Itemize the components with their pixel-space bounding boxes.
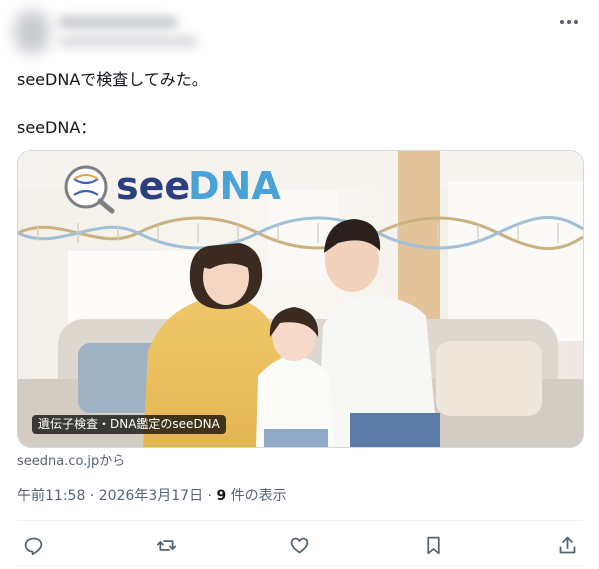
card-source-link[interactable]: seedna.co.jpから bbox=[17, 450, 125, 469]
divider bbox=[17, 565, 582, 566]
svg-text:see: see bbox=[116, 164, 190, 208]
more-options-button[interactable] bbox=[557, 12, 581, 32]
repost-button[interactable] bbox=[154, 533, 178, 557]
card-title: 遺伝子検査・DNA鑑定のseeDNA bbox=[32, 415, 226, 434]
like-button[interactable] bbox=[287, 533, 311, 557]
post-text: seeDNAで検査してみた。 seeDNA： bbox=[17, 68, 208, 140]
reply-button[interactable] bbox=[21, 533, 45, 557]
post-date[interactable]: 2026年3月17日 bbox=[99, 488, 203, 504]
post-meta: 午前11:58 · 2026年3月17日 · 9 件の表示 bbox=[17, 485, 287, 505]
more-dot-icon bbox=[567, 20, 571, 24]
like-icon bbox=[290, 537, 308, 553]
post-text-line: seeDNAで検査してみた。 bbox=[17, 70, 208, 89]
avatar[interactable] bbox=[14, 10, 50, 54]
author-handle-blurred bbox=[58, 36, 198, 47]
card-image: see DNA bbox=[18, 151, 583, 447]
action-bar bbox=[0, 531, 599, 559]
share-icon bbox=[559, 536, 575, 553]
bookmark-icon bbox=[426, 536, 440, 554]
post-time[interactable]: 午前11:58 bbox=[17, 488, 85, 504]
meta-separator: · bbox=[207, 488, 212, 504]
share-button[interactable] bbox=[555, 533, 579, 557]
post-text-line: seeDNA： bbox=[17, 118, 97, 137]
divider bbox=[17, 520, 582, 521]
more-dot-icon bbox=[560, 20, 564, 24]
more-dot-icon bbox=[574, 20, 578, 24]
reply-icon bbox=[24, 537, 42, 555]
bookmark-button[interactable] bbox=[421, 533, 445, 557]
author-name-blurred bbox=[58, 16, 178, 29]
post: seeDNAで検査してみた。 seeDNA： see DNA 遺伝子検査・DNA… bbox=[0, 0, 599, 569]
repost-icon bbox=[156, 539, 176, 551]
views-count: 9 bbox=[216, 488, 227, 504]
author-info-blurred[interactable] bbox=[14, 6, 204, 58]
meta-separator: · bbox=[89, 488, 95, 504]
svg-text:DNA: DNA bbox=[188, 164, 281, 208]
link-card[interactable]: see DNA 遺伝子検査・DNA鑑定のseeDNA bbox=[17, 150, 584, 448]
views-label: 件の表示 bbox=[230, 488, 287, 504]
